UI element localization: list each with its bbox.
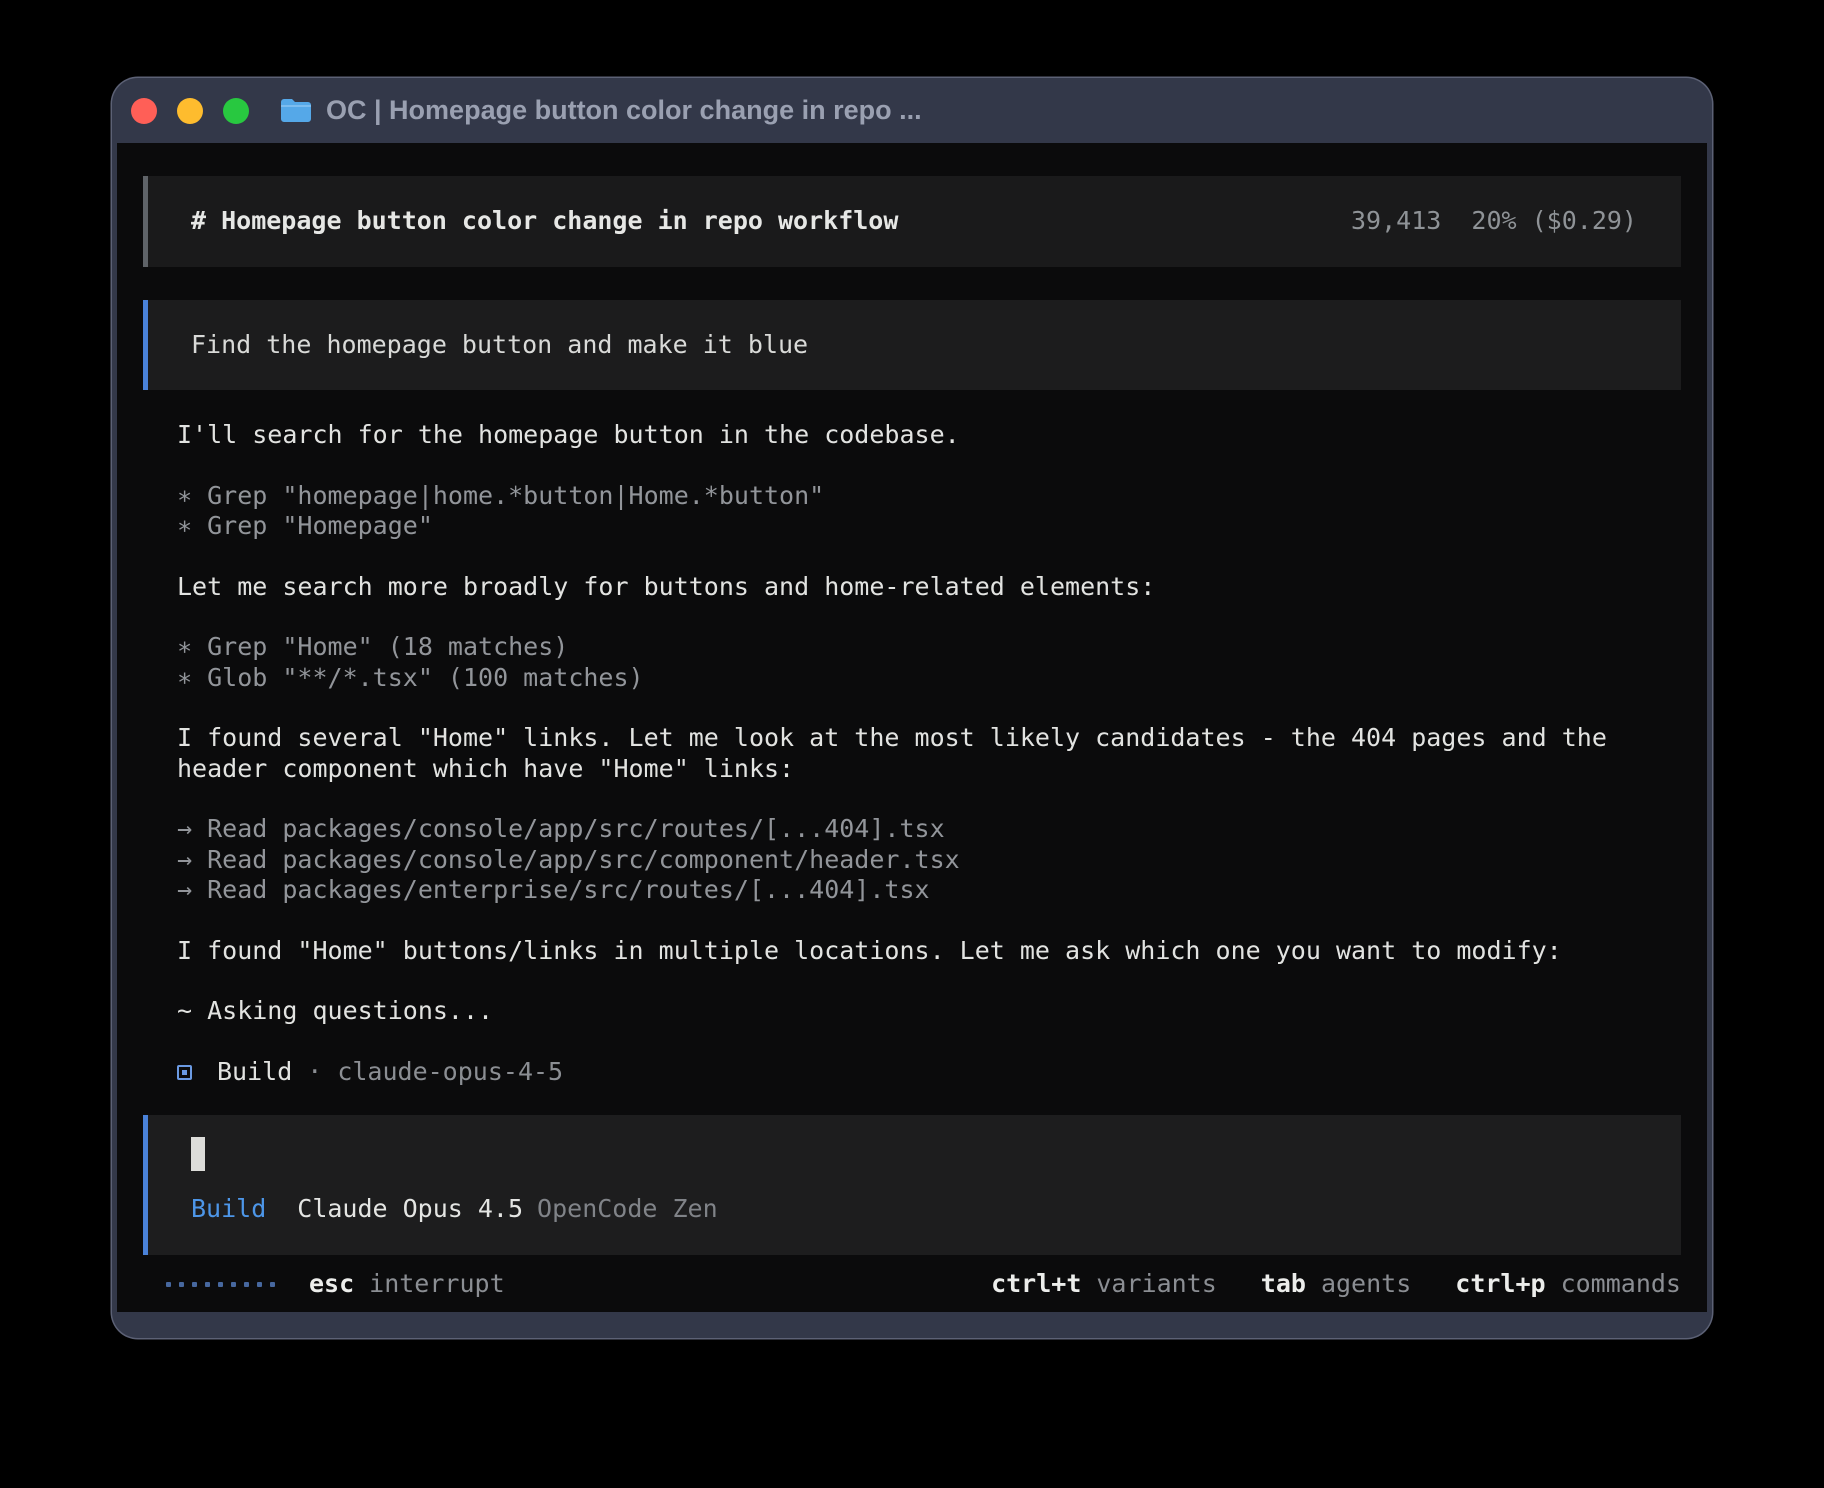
tab-key-label: tab — [1261, 1269, 1306, 1298]
shortcut-agents: tab agents — [1261, 1269, 1411, 1300]
close-button[interactable] — [131, 98, 157, 124]
assistant-working-text: ~ Asking questions... — [177, 996, 1681, 1027]
session-header: # Homepage button color change in repo w… — [143, 176, 1681, 267]
session-title: # Homepage button color change in repo w… — [191, 206, 898, 237]
assistant-text: Let me search more broadly for buttons a… — [177, 572, 1681, 603]
token-count: 39,413 — [1351, 206, 1441, 235]
active-agent-label: Build — [191, 1194, 266, 1223]
model-selector-row[interactable]: Build Claude Opus 4.5 OpenCode Zen — [191, 1194, 1681, 1225]
status-bar-right: ctrl+t variants tab agents ctrl+p commands — [991, 1269, 1681, 1300]
tool-call-line: → Read packages/console/app/src/routes/[… — [177, 814, 1681, 845]
agent-status-line: Build · claude-opus-4-5 — [177, 1057, 1681, 1088]
tool-call-line: ∗ Glob "**/*.tsx" (100 matches) — [177, 663, 1681, 694]
shortcut-commands: ctrl+p commands — [1455, 1269, 1681, 1300]
terminal-window: OC | Homepage button color change in rep… — [112, 78, 1712, 1338]
tool-call-group: → Read packages/console/app/src/routes/[… — [177, 814, 1681, 906]
status-bar-left: esc interrupt — [143, 1269, 505, 1300]
working-spinner-dots — [166, 1282, 275, 1287]
user-message: Find the homepage button and make it blu… — [143, 300, 1681, 390]
tool-call-line: → Read packages/enterprise/src/routes/[.… — [177, 875, 1681, 906]
tool-call-line: ∗ Grep "homepage|home.*button|Home.*butt… — [177, 481, 1681, 512]
variants-label: variants — [1096, 1269, 1216, 1298]
assistant-text: I'll search for the homepage button in t… — [177, 420, 1681, 451]
tool-call-line: ∗ Grep "Home" (18 matches) — [177, 632, 1681, 663]
folder-icon — [279, 97, 313, 125]
session-token-usage: 39,413 20% ($0.29) — [1351, 206, 1637, 237]
model-provider-label: OpenCode Zen — [537, 1194, 718, 1223]
esc-key-label: esc — [309, 1269, 354, 1298]
separator-dot: · — [307, 1057, 322, 1088]
prompt-input[interactable]: Build Claude Opus 4.5 OpenCode Zen — [143, 1115, 1681, 1255]
assistant-text: I found "Home" buttons/links in multiple… — [177, 936, 1681, 967]
ctrl-p-key-label: ctrl+p — [1455, 1269, 1545, 1298]
terminal-content: # Homepage button color change in repo w… — [117, 143, 1707, 1312]
tool-call-line: ∗ Grep "Homepage" — [177, 511, 1681, 542]
window-title: OC | Homepage button color change in rep… — [326, 95, 922, 126]
tool-call-line: → Read packages/console/app/src/componen… — [177, 845, 1681, 876]
ctrl-t-key-label: ctrl+t — [991, 1269, 1081, 1298]
text-cursor — [191, 1137, 205, 1171]
shortcut-variants: ctrl+t variants — [991, 1269, 1217, 1300]
assistant-transcript: I'll search for the homepage button in t… — [177, 420, 1681, 1027]
active-model-label: Claude Opus 4.5 — [297, 1194, 523, 1223]
zoom-button[interactable] — [223, 98, 249, 124]
window-titlebar[interactable]: OC | Homepage button color change in rep… — [117, 78, 1707, 143]
agents-label: agents — [1321, 1269, 1411, 1298]
user-message-text: Find the homepage button and make it blu… — [191, 330, 808, 361]
tool-call-group: ∗ Grep "homepage|home.*button|Home.*butt… — [177, 481, 1681, 542]
context-usage: 20% ($0.29) — [1471, 206, 1637, 235]
interrupt-label: interrupt — [369, 1269, 504, 1298]
model-id: claude-opus-4-5 — [337, 1057, 563, 1088]
agent-status-icon — [177, 1065, 192, 1080]
minimize-button[interactable] — [177, 98, 203, 124]
traffic-lights — [131, 98, 249, 124]
assistant-text: I found several "Home" links. Let me loo… — [177, 723, 1681, 784]
tool-call-group: ∗ Grep "Home" (18 matches) ∗ Glob "**/*.… — [177, 632, 1681, 693]
commands-label: commands — [1561, 1269, 1681, 1298]
status-bar: esc interrupt ctrl+t variants tab agents ct… — [143, 1269, 1681, 1300]
agent-name: Build — [217, 1057, 292, 1088]
shortcut-interrupt: esc interrupt — [309, 1269, 505, 1300]
